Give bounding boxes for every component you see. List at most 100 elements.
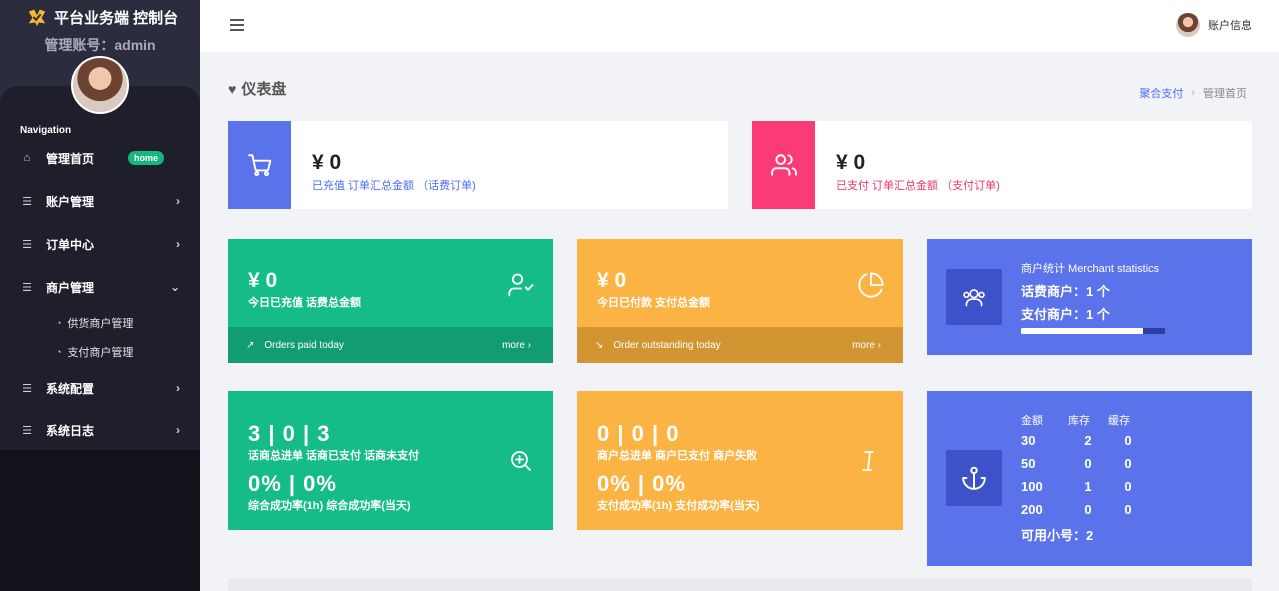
sidebar-item-merchants[interactable]: ☰ 商户管理 ⌄ (0, 273, 200, 301)
today-recharge-card: ¥ 0 今日已充值 话费总金额 ↗ Orders paid today more… (228, 239, 553, 363)
page-title-text: 仪表盘 (241, 81, 287, 98)
stock-table-header: 金额 库存 缓存 (1021, 411, 1148, 429)
today-payment-footer[interactable]: ↘ Order outstanding today more › (577, 327, 903, 363)
stock-cell: 30 (1021, 433, 1036, 448)
sidebar-item-accounts[interactable]: ☰ 账户管理 › (0, 187, 200, 215)
payment-order-counts-label: 商户总进单 商户已支付 商户失败 (597, 450, 758, 462)
sidebar-subitem-supplier-merchants[interactable]: ◔ 供货商户管理 (56, 315, 133, 331)
top-header: 账户信息 (200, 0, 1279, 52)
phone-order-rates: 0% | 0% (248, 471, 337, 496)
cart-icon (228, 121, 291, 209)
zoom-in-icon (511, 451, 531, 471)
breadcrumb-root-link[interactable]: 聚合支付 (1139, 85, 1183, 101)
payment-order-stats-card: 0 | 0 | 0 商户总进单 商户已支付 商户失败 0% | 0% 支付成功率… (577, 391, 903, 530)
today-recharge-more-link[interactable]: more › (502, 340, 531, 351)
sidebar-subitem-label: 支付商户管理 (67, 347, 134, 359)
brand-logo-icon (28, 9, 46, 27)
chevron-right-icon: › (176, 237, 180, 251)
menu-toggle-icon[interactable] (230, 19, 244, 31)
chevron-right-icon: › (176, 381, 180, 395)
breadcrumb-separator-icon: › (1191, 87, 1195, 99)
table-row: 30 2 0 (1021, 429, 1148, 452)
recharge-total-amount: ¥ 0 (312, 151, 342, 174)
home-badge: home (128, 151, 165, 165)
merchant-progress-bar (1021, 328, 1165, 334)
payment-total-card: ¥ 0 已支付 订单汇总金额 （支付订单) (752, 121, 1252, 209)
sidebar-item-system-logs[interactable]: ☰ 系统日志 › (0, 416, 200, 444)
stock-stats-card: 金额 库存 缓存 30 2 0 50 0 0 100 1 0 200 0 0 可… (927, 391, 1252, 566)
nav-title: Navigation (20, 125, 72, 136)
sidebar-item-label: 管理首页 (46, 151, 95, 166)
content-bottom-edge (228, 578, 1252, 591)
sidebar-item-dashboard[interactable]: ⌂ 管理首页 home (0, 144, 200, 172)
sidebar-item-label: 系统配置 (46, 381, 95, 396)
today-payment-footer-label: Order outstanding today (613, 339, 721, 351)
payment-total-desc: 已支付 订单汇总金额 （支付订单) (836, 180, 1000, 192)
brand-title: 平台业务端 控制台 (54, 9, 179, 27)
recharge-total-desc: 已充值 订单汇总金额 （话费订单) (312, 180, 476, 192)
chevron-right-icon: › (176, 423, 180, 437)
page-title: ♥ 仪表盘 (228, 78, 286, 99)
anchor-icon (946, 450, 1002, 506)
pie-chart-icon (858, 272, 884, 298)
avatar (1176, 13, 1200, 37)
stock-cell: 200 (1021, 502, 1043, 517)
table-row: 200 0 0 (1021, 498, 1148, 521)
table-row: 100 1 0 (1021, 475, 1148, 498)
sidebar-item-label: 商户管理 (46, 280, 95, 295)
circle-icon: ◔ (56, 318, 62, 328)
chevron-down-icon: ⌄ (169, 280, 180, 294)
payment-merchant-count: 支付商户：1 个 (1021, 307, 1110, 322)
brand[interactable]: 平台业务端 控制台 (26, 6, 178, 28)
sidebar-item-label: 账户管理 (46, 194, 95, 209)
sidebar-subitem-label: 供货商户管理 (67, 318, 134, 330)
sidebar-item-label: 订单中心 (46, 237, 95, 252)
today-recharge-label: 今日已充值 话费总金额 (248, 297, 362, 309)
stock-header-cache: 缓存 (1108, 415, 1130, 427)
table-row: 50 0 0 (1021, 452, 1148, 475)
phone-order-rates-label: 综合成功率(1h) 综合成功率(当天) (248, 500, 411, 512)
list-icon: ☰ (22, 382, 32, 395)
payment-order-rates-label: 支付成功率(1h) 支付成功率(当天) (597, 500, 760, 512)
breadcrumb: 聚合支付 › 管理首页 (1139, 85, 1247, 101)
stock-table: 金额 库存 缓存 30 2 0 50 0 0 100 1 0 200 0 0 可… (1021, 411, 1148, 546)
stock-header-amount: 金额 (1021, 415, 1043, 427)
stock-cell: 50 (1021, 456, 1036, 471)
stock-cell: 2 (1084, 433, 1092, 448)
today-recharge-footer[interactable]: ↗ Orders paid today more › (228, 327, 553, 363)
users-group-icon (946, 269, 1002, 325)
admin-account-label: 管理账号：admin (44, 37, 156, 53)
user-check-icon (508, 273, 534, 297)
list-icon: ☰ (22, 195, 32, 208)
payment-total-amount: ¥ 0 (836, 151, 866, 174)
stock-cell: 0 (1084, 502, 1092, 517)
users-icon (752, 121, 815, 209)
sidebar-subitem-payment-merchants[interactable]: ◔ 支付商户管理 (56, 344, 133, 360)
today-payment-more-link[interactable]: more › (852, 340, 881, 351)
trending-up-icon: ↗ (246, 339, 255, 351)
stock-cell: 0 (1084, 456, 1092, 471)
sidebar-avatar[interactable] (71, 56, 129, 114)
merchant-stats-card: 商户统计 Merchant statistics 话费商户：1 个 支付商户：1… (927, 239, 1252, 355)
account-menu[interactable]: 账户信息 (1176, 13, 1252, 37)
merchant-stats-title: 商户统计 Merchant statistics (1021, 263, 1160, 275)
trending-down-icon: ↘ (595, 339, 604, 351)
payment-order-rates: 0% | 0% (597, 471, 686, 496)
stock-cell: 0 (1124, 433, 1132, 448)
list-icon: ☰ (22, 281, 32, 294)
text-cursor-icon (862, 451, 874, 471)
circle-icon: ◔ (56, 347, 62, 357)
phone-order-counts-label: 话商总进单 话商已支付 话商未支付 (248, 450, 420, 462)
stock-cell: 0 (1124, 456, 1132, 471)
sidebar-item-system-config[interactable]: ☰ 系统配置 › (0, 374, 200, 402)
recharge-total-card: ¥ 0 已充值 订单汇总金额 （话费订单) (228, 121, 728, 209)
sidebar-item-orders[interactable]: ☰ 订单中心 › (0, 230, 200, 258)
today-payment-amount: ¥ 0 (597, 269, 627, 292)
today-recharge-footer-label: Orders paid today (264, 339, 344, 351)
sidebar: 平台业务端 控制台 管理账号：admin Navigation ⌂ 管理首页 h… (0, 0, 200, 591)
nav-panel-bottom (0, 450, 200, 591)
today-payment-card: ¥ 0 今日已付款 支付总金额 ↘ Order outstanding toda… (577, 239, 903, 363)
today-recharge-amount: ¥ 0 (248, 269, 278, 292)
stock-cell: 1 (1084, 479, 1092, 494)
stock-header-inventory: 库存 (1068, 415, 1090, 427)
